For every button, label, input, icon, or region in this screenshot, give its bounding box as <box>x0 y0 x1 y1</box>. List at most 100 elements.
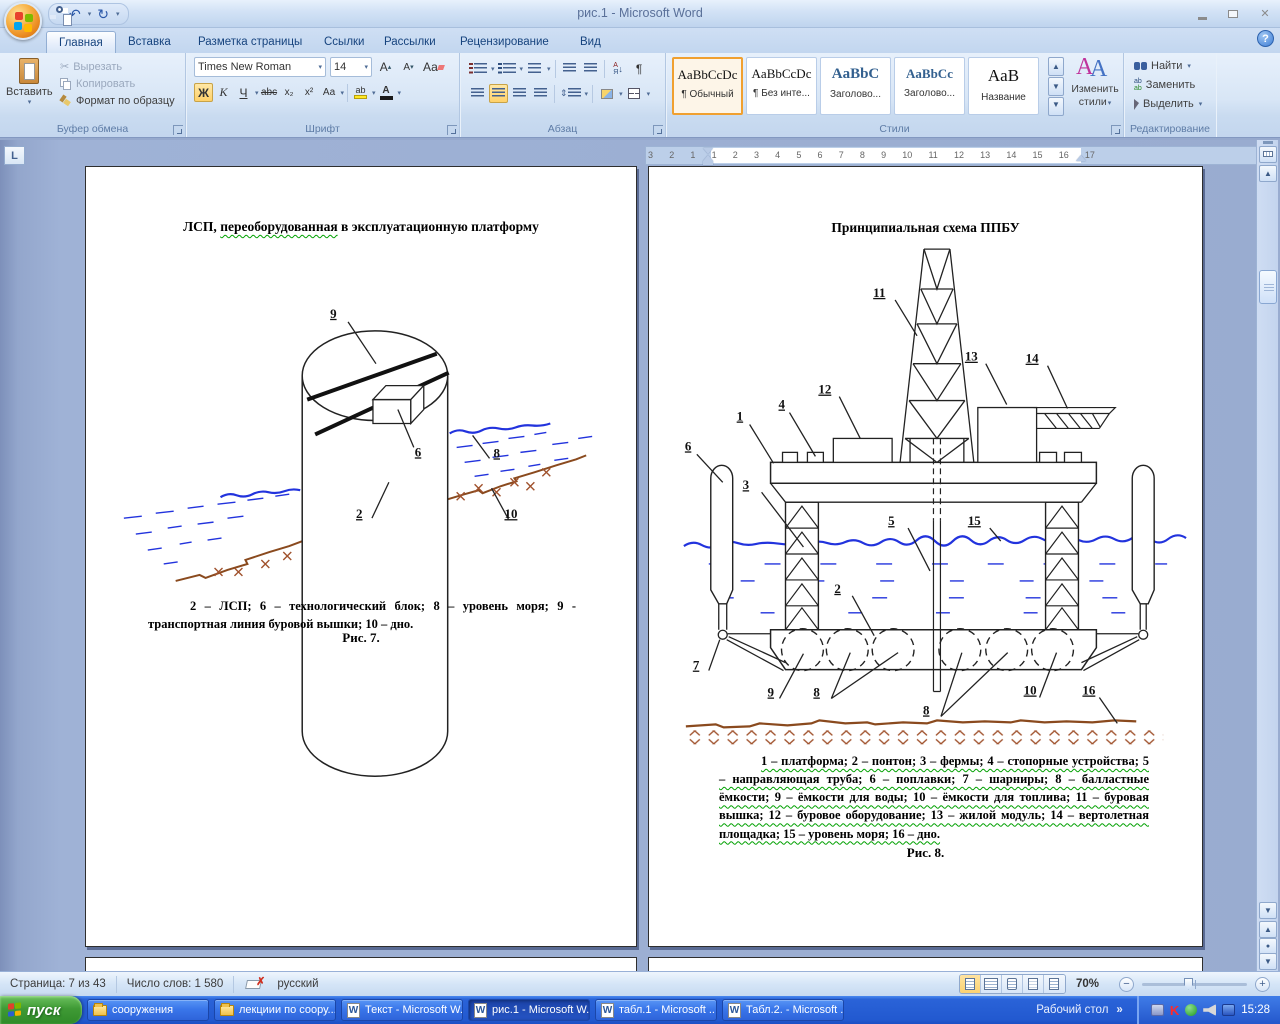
scroll-thumb[interactable] <box>1259 270 1277 304</box>
style-title[interactable]: AaB Название <box>968 57 1039 115</box>
start-button[interactable]: пуск <box>0 996 82 1024</box>
style-heading1[interactable]: AaBbC Заголово... <box>820 57 891 115</box>
underline-button[interactable]: Ч <box>234 83 253 102</box>
font-color-button[interactable]: А <box>377 83 396 102</box>
outline-button[interactable] <box>1023 975 1044 993</box>
previous-page-button[interactable]: ▲ <box>1259 921 1277 938</box>
change-case-button[interactable]: Аа <box>320 83 339 102</box>
app-tray-icon[interactable] <box>1222 1004 1235 1016</box>
scroll-down-button[interactable]: ▼ <box>1259 902 1277 919</box>
justify-button[interactable] <box>531 84 550 103</box>
format-painter-button[interactable]: Формат по образцу <box>56 94 179 108</box>
strikethrough-button[interactable]: abc <box>260 83 279 102</box>
style-heading2[interactable]: AaBbCc Заголово... <box>894 57 965 115</box>
numbering-caret-icon[interactable]: ▾ <box>520 65 524 73</box>
styles-dialog-launcher[interactable] <box>1111 125 1121 135</box>
tab-stop-selector[interactable]: L <box>4 146 25 165</box>
cut-button[interactable]: ✂ Вырезать <box>56 59 179 74</box>
zoom-out-button[interactable]: − <box>1119 977 1134 992</box>
horizontal-ruler[interactable]: 321 123 456 789 101112 131415 1617 <box>645 146 1257 165</box>
redo-icon[interactable]: ↻ <box>97 7 109 21</box>
agent-icon[interactable] <box>1185 1004 1197 1016</box>
page-8[interactable]: Принципиальная схема ППБУ <box>648 166 1203 947</box>
italic-button[interactable]: К <box>214 83 233 102</box>
replace-button[interactable]: abab Заменить <box>1130 77 1206 93</box>
fullscreen-reading-button[interactable] <box>981 975 1002 993</box>
numbering-button[interactable] <box>497 59 517 78</box>
volume-icon[interactable] <box>1203 1004 1216 1016</box>
desktop-toolbar[interactable]: Рабочий стол » <box>1036 1004 1137 1016</box>
first-line-indent-marker[interactable] <box>703 148 713 154</box>
shading-button[interactable] <box>597 84 616 103</box>
zoom-in-button[interactable]: + <box>1255 977 1270 992</box>
taskbar-item-tabl1[interactable]: W табл.1 - Microsoft ... <box>595 999 717 1021</box>
tab-glavnaya[interactable]: Главная <box>46 31 116 53</box>
kaspersky-icon[interactable]: K <box>1170 1003 1179 1018</box>
align-left-button[interactable] <box>468 84 487 103</box>
highlight-button[interactable]: ab <box>351 83 370 102</box>
help-button[interactable]: ? <box>1257 30 1274 47</box>
print-layout-button[interactable] <box>960 975 981 993</box>
page-7[interactable]: ЛСП, переоборудованная в эксплуатационну… <box>85 166 637 947</box>
bullets-button[interactable] <box>468 59 488 78</box>
taskbar-item-ris1[interactable]: W рис.1 - Microsoft W... <box>468 999 590 1021</box>
case-caret-icon[interactable]: ▾ <box>341 89 345 97</box>
clear-formatting-button[interactable]: Аа <box>422 58 445 77</box>
font-color-caret-icon[interactable]: ▾ <box>398 89 402 97</box>
highlight-caret-icon[interactable]: ▾ <box>372 89 376 97</box>
zoom-slider-thumb[interactable] <box>1184 978 1193 990</box>
style-normal[interactable]: AaBbCcDc ¶ Обычный <box>672 57 743 115</box>
vertical-scrollbar[interactable]: ▲ ▼ ▲ ● ▼ <box>1256 140 1278 971</box>
change-styles-button[interactable]: А А Изменить стили▾ <box>1068 55 1122 119</box>
spellcheck-icon[interactable]: ✗ <box>246 978 263 991</box>
minimize-button[interactable] <box>1192 7 1214 22</box>
split-handle[interactable] <box>1263 141 1273 144</box>
paste-button[interactable]: Вставить ▾ <box>6 56 52 118</box>
underline-caret-icon[interactable]: ▾ <box>255 89 259 97</box>
styles-scroll-down[interactable]: ▼ <box>1048 77 1064 96</box>
title-bar[interactable]: рис.1 - Microsoft Word ↶ ▾ ↻ ▾ ✕ <box>0 0 1280 28</box>
sort-button[interactable]: АЯ ↓ <box>609 59 628 78</box>
styles-gallery-expand[interactable]: ▼ <box>1048 97 1064 116</box>
shading-caret-icon[interactable]: ▾ <box>619 90 623 98</box>
tab-recenzirovanie[interactable]: Рецензирование <box>448 31 561 53</box>
font-name-combo[interactable]: Times New Roman▾ <box>194 57 326 77</box>
zoom-slider-track[interactable] <box>1142 983 1247 986</box>
draft-button[interactable] <box>1044 975 1065 993</box>
next-page-left[interactable] <box>85 957 637 971</box>
network-icon[interactable] <box>1151 1004 1164 1016</box>
align-center-button[interactable] <box>489 84 508 103</box>
qat-customize-icon[interactable]: ▾ <box>116 10 120 18</box>
subscript-button[interactable]: x₂ <box>280 83 299 102</box>
font-dialog-launcher[interactable] <box>447 125 457 135</box>
next-page-right[interactable] <box>648 957 1203 971</box>
shrink-font-button[interactable]: А▾ <box>399 58 418 77</box>
page-indicator[interactable]: Страница: 7 из 43 <box>0 976 117 993</box>
font-size-combo[interactable]: 14▾ <box>330 57 372 77</box>
tab-ssylki[interactable]: Ссылки <box>312 31 377 53</box>
styles-scroll-up[interactable]: ▲ <box>1048 57 1064 76</box>
close-button[interactable]: ✕ <box>1254 7 1276 22</box>
multilevel-caret-icon[interactable]: ▾ <box>547 65 551 73</box>
ruler-toggle-button[interactable] <box>1259 146 1277 163</box>
word-count[interactable]: Число слов: 1 580 <box>117 976 235 993</box>
multilevel-list-button[interactable] <box>525 59 544 78</box>
clipboard-dialog-launcher[interactable] <box>173 125 183 135</box>
tab-razmetka[interactable]: Разметка страницы <box>186 31 314 53</box>
tab-vstavka[interactable]: Вставка <box>116 31 183 53</box>
zoom-level[interactable]: 70% <box>1066 978 1109 990</box>
paragraph-dialog-launcher[interactable] <box>653 125 663 135</box>
align-right-button[interactable] <box>510 84 529 103</box>
superscript-button[interactable]: x² <box>300 83 319 102</box>
bold-button[interactable]: Ж <box>194 83 213 102</box>
taskbar-item-tekst[interactable]: W Текст - Microsoft W... <box>341 999 463 1021</box>
decrease-indent-button[interactable] <box>560 59 579 78</box>
line-spacing-button[interactable]: ⇕ <box>559 84 582 103</box>
borders-button[interactable] <box>625 84 644 103</box>
office-button[interactable] <box>4 2 42 40</box>
grow-font-button[interactable]: А▴ <box>376 58 395 77</box>
tab-vid[interactable]: Вид <box>568 31 613 53</box>
scroll-up-button[interactable]: ▲ <box>1259 165 1277 182</box>
hanging-indent-marker[interactable] <box>703 155 713 165</box>
show-paragraph-marks-button[interactable]: ¶ <box>630 59 649 78</box>
